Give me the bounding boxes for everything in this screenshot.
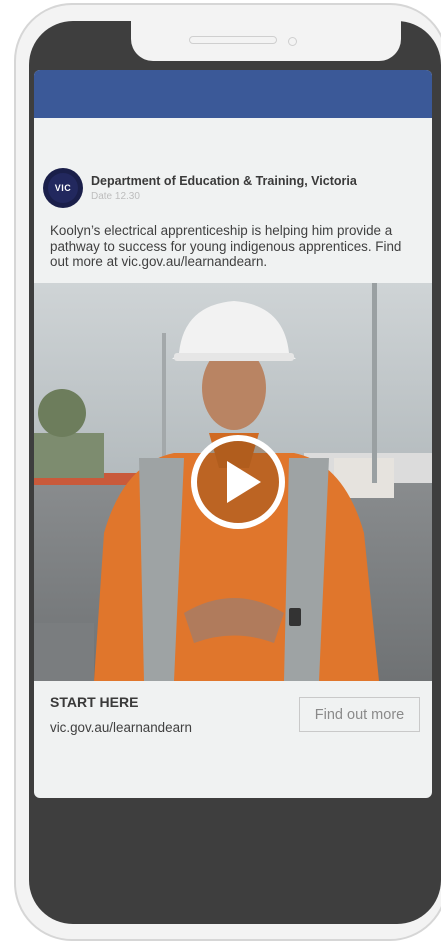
find-out-more-button[interactable]: Find out more bbox=[299, 697, 420, 732]
play-icon[interactable] bbox=[189, 433, 287, 531]
phone-screen: VIC Department of Education & Training, … bbox=[34, 70, 432, 798]
avatar-logo-text: VIC bbox=[54, 183, 72, 193]
camera-icon bbox=[288, 37, 297, 46]
post-text: Koolyn’s electrical apprenticeship is he… bbox=[50, 223, 402, 269]
page-avatar[interactable]: VIC bbox=[43, 168, 83, 208]
speaker-icon bbox=[189, 36, 277, 44]
app-top-bar bbox=[34, 70, 432, 118]
vic-logo-icon: VIC bbox=[48, 173, 78, 203]
video-player[interactable] bbox=[34, 283, 432, 681]
cta-heading: START HERE bbox=[50, 694, 139, 710]
post-date: Date 12.30 bbox=[91, 191, 140, 202]
page-name[interactable]: Department of Education & Training, Vict… bbox=[91, 174, 357, 188]
cta-url[interactable]: vic.gov.au/learnandearn bbox=[50, 720, 192, 735]
